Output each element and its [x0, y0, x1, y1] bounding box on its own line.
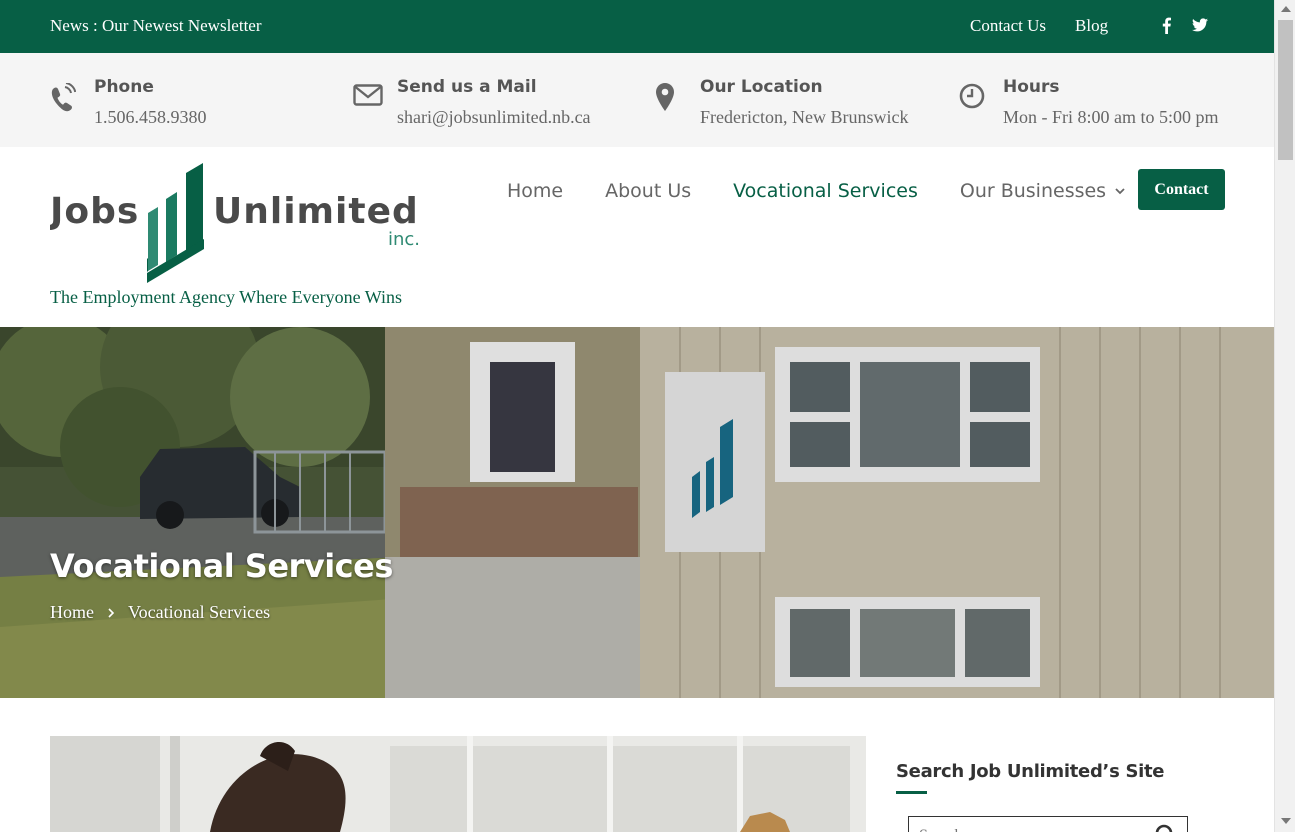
- contact-info-bar: Phone 1.506.458.9380 Send us a Mail shar…: [0, 53, 1274, 147]
- contact-us-link[interactable]: Contact Us: [970, 16, 1046, 36]
- location-title: Our Location: [700, 77, 823, 97]
- phone-icon: [50, 82, 80, 113]
- search-icon[interactable]: [1154, 823, 1178, 832]
- site-tagline: The Employment Agency Where Everyone Win…: [50, 287, 403, 307]
- phone-title: Phone: [94, 77, 154, 97]
- social-links: [1158, 15, 1208, 35]
- page-scrollbar[interactable]: [1274, 0, 1295, 832]
- breadcrumb: Home Vocational Services: [50, 602, 270, 623]
- top-bar: News : Our Newest Newsletter Contact Us …: [0, 0, 1274, 53]
- chevron-down-icon: [1114, 185, 1126, 197]
- main-nav: Home About Us Vocational Services Our Bu…: [507, 180, 1168, 202]
- nav-vocational-services[interactable]: Vocational Services: [733, 180, 918, 202]
- location-value: Fredericton, New Brunswick: [700, 107, 909, 127]
- site-logo[interactable]: Jobs Unlimited inc.: [47, 161, 430, 286]
- hours-value: Mon - Fri 8:00 am to 5:00 pm: [1003, 107, 1219, 127]
- map-pin-icon: [656, 83, 686, 113]
- page-hero: Vocational Services Home Vocational Serv…: [0, 327, 1274, 698]
- mail-title: Send us a Mail: [397, 77, 537, 97]
- svg-text:inc.: inc.: [388, 229, 420, 250]
- nav-our-businesses-label: Our Businesses: [959, 180, 1107, 202]
- site-search: [908, 816, 1188, 832]
- scrollbar-thumb[interactable]: [1278, 20, 1293, 160]
- hero-background-image: [0, 327, 1274, 698]
- breadcrumb-home[interactable]: Home: [50, 602, 94, 623]
- scroll-down-arrow-icon[interactable]: [1281, 818, 1291, 824]
- twitter-icon[interactable]: [1192, 15, 1208, 35]
- nav-about-us[interactable]: About Us: [605, 180, 691, 202]
- breadcrumb-current: Vocational Services: [128, 602, 271, 622]
- svg-text:Unlimited: Unlimited: [213, 191, 419, 232]
- clock-icon: [959, 83, 989, 113]
- phone-value[interactable]: 1.506.458.9380: [94, 107, 207, 128]
- scroll-up-arrow-icon[interactable]: [1281, 6, 1291, 12]
- nav-home[interactable]: Home: [507, 180, 563, 202]
- contact-button[interactable]: Contact: [1138, 169, 1225, 210]
- top-links: Contact Us Blog: [970, 16, 1108, 36]
- facebook-icon[interactable]: [1158, 15, 1174, 35]
- content-feature-image: [50, 736, 866, 832]
- news-link[interactable]: News : Our Newest Newsletter: [50, 16, 262, 36]
- sidebar-search-title: Search Job Unlimited’s Site: [896, 761, 1165, 782]
- mail-value[interactable]: shari@jobsunlimited.nb.ca: [397, 107, 591, 128]
- search-input[interactable]: [909, 817, 1139, 832]
- page-title: Vocational Services: [50, 547, 393, 585]
- title-underline: [896, 791, 927, 794]
- blog-link[interactable]: Blog: [1075, 16, 1108, 36]
- hours-title: Hours: [1003, 77, 1060, 97]
- chevron-right-icon: [106, 607, 116, 619]
- envelope-icon: [353, 83, 383, 113]
- nav-our-businesses[interactable]: Our Businesses: [960, 180, 1126, 202]
- site-header: Jobs Unlimited inc. The Employment Agenc…: [0, 147, 1274, 327]
- svg-text:Jobs: Jobs: [50, 191, 139, 232]
